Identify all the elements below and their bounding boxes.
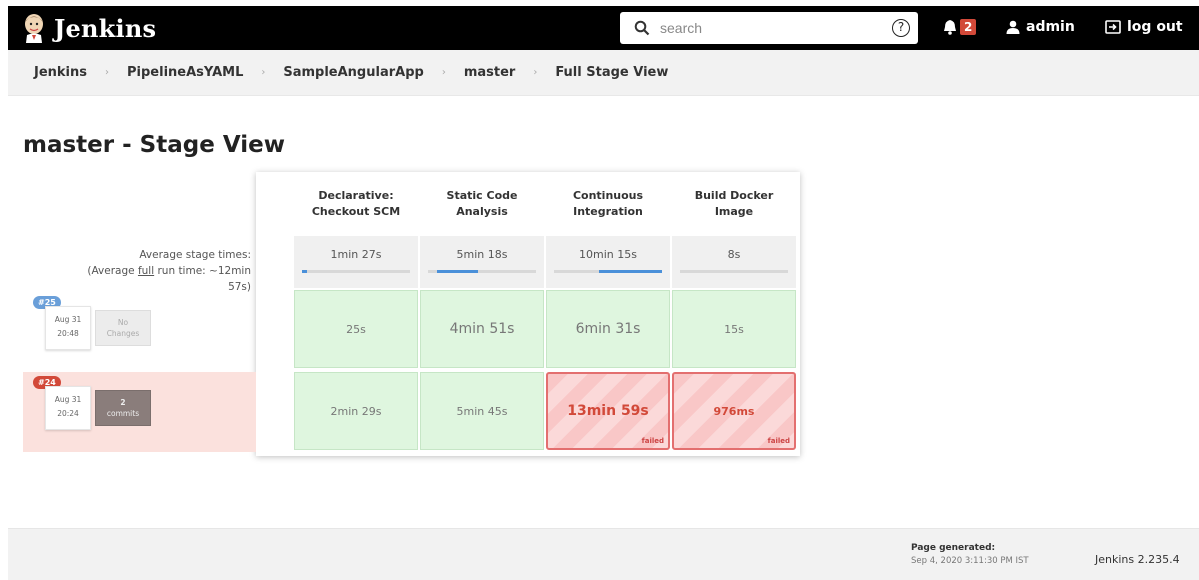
avg-line-1: Average stage times: xyxy=(139,249,251,261)
stage-name-line1: Continuous xyxy=(572,189,644,202)
stage-name-line2: Analysis xyxy=(456,205,508,218)
stage-avg-bar-fill xyxy=(436,270,478,273)
stage-cell-duration: 4min 51s xyxy=(449,321,515,337)
stage-avg-value: 1min 27s xyxy=(330,248,382,261)
jenkins-butler-icon xyxy=(25,14,43,43)
build-date-day: Aug 31 xyxy=(54,315,82,324)
logout-icon xyxy=(1105,20,1121,34)
bell-icon xyxy=(944,20,956,35)
stage-name-line2: Integration xyxy=(573,205,643,218)
stage-cell-success[interactable]: 4min 51s xyxy=(420,290,544,368)
avg-line-2-post: run time: ~12min xyxy=(154,265,251,277)
stage-cell-success[interactable]: 25s xyxy=(294,290,418,368)
build-row-24: #24 Aug 31 20:24 2 commits xyxy=(23,372,256,452)
stage-cell-success[interactable]: 2min 29s xyxy=(294,372,418,450)
full-run-time-link[interactable]: full xyxy=(138,265,154,277)
stage-avg-bar xyxy=(680,270,788,273)
stage-cell-success[interactable]: 15s xyxy=(672,290,796,368)
stage-name-line1: Declarative: xyxy=(318,189,394,202)
help-icon[interactable]: ? xyxy=(892,19,910,37)
stage-cell-duration: 2min 29s xyxy=(330,404,382,418)
build-date: Aug 31 20:24 xyxy=(45,386,91,430)
avg-line-2-pre: (Average xyxy=(87,265,138,277)
stage-cell-duration: 25s xyxy=(346,322,366,336)
stage-cell-failed[interactable]: 13min 59s failed xyxy=(546,372,670,450)
username: admin xyxy=(1026,19,1075,35)
stage-cell-success[interactable]: 5min 45s xyxy=(420,372,544,450)
page-generated-label: Page generated: xyxy=(911,543,996,553)
stage-cell-success[interactable]: 6min 31s xyxy=(546,290,670,368)
stage-avg-time: 5min 18s xyxy=(420,236,544,288)
changes-line2: commits xyxy=(106,409,140,418)
stage-cell-duration: 976ms xyxy=(713,404,755,418)
build-changes[interactable]: 2 commits xyxy=(95,390,151,426)
notifications[interactable]: 2 xyxy=(943,19,977,35)
build-date-time: 20:48 xyxy=(57,329,79,338)
stage-cell-duration: 5min 45s xyxy=(456,404,508,418)
breadcrumb-separator-icon: › xyxy=(105,67,110,78)
user-icon xyxy=(1006,20,1020,34)
search-box: ? xyxy=(620,12,918,44)
stage-avg-time: 8s xyxy=(672,236,796,288)
breadcrumb-jenkins[interactable]: Jenkins xyxy=(34,65,87,80)
page-footer: Page generated: Sep 4, 2020 3:11:30 PM I… xyxy=(8,528,1199,580)
avg-line-2: (Average full run time: ~12min xyxy=(23,263,251,279)
page-title: master - Stage View xyxy=(23,132,285,158)
changes-line1: No xyxy=(117,318,129,327)
jenkins-logo[interactable]: Jenkins xyxy=(22,13,156,43)
stage-avg-bar xyxy=(428,270,536,273)
build-date-time: 20:24 xyxy=(57,409,79,418)
breadcrumb-separator-icon: › xyxy=(533,67,538,78)
breadcrumb-pipelineasyaml[interactable]: PipelineAsYAML xyxy=(127,65,243,80)
logout-label: log out xyxy=(1127,19,1183,35)
stage-header-continuous-integration: Continuous Integration xyxy=(546,172,670,236)
breadcrumb-sampleangularapp[interactable]: SampleAngularApp xyxy=(283,65,423,80)
changes-line1: 2 xyxy=(120,398,126,407)
notification-badge: 2 xyxy=(960,19,977,35)
stage-avg-value: 10min 15s xyxy=(579,248,637,261)
jenkins-version-link[interactable]: Jenkins 2.235.4 xyxy=(1095,553,1180,566)
breadcrumb-full-stage-view[interactable]: Full Stage View xyxy=(555,65,668,80)
stage-name-line2: Checkout SCM xyxy=(311,205,401,218)
stage-name-line1: Static Code xyxy=(446,189,518,202)
stage-cell-duration: 15s xyxy=(724,322,744,336)
page: Jenkins ? 2 admin xyxy=(0,0,1199,580)
search-input[interactable] xyxy=(660,14,860,42)
failed-tag: failed xyxy=(641,437,664,445)
stage-name-line2: Image xyxy=(714,205,754,218)
breadcrumb-separator-icon: › xyxy=(261,67,266,78)
stage-header-declarative-checkout: Declarative: Checkout SCM xyxy=(294,172,418,236)
stage-cell-duration: 6min 31s xyxy=(575,321,641,337)
stage-name-line1: Build Docker xyxy=(694,189,774,202)
stage-cell-failed[interactable]: 976ms failed xyxy=(672,372,796,450)
stage-avg-bar-fill xyxy=(599,270,662,273)
brand-name: Jenkins xyxy=(54,13,157,43)
breadcrumb: Jenkins › PipelineAsYAML › SampleAngular… xyxy=(8,50,1199,96)
failed-tag: failed xyxy=(767,437,790,445)
user-menu[interactable]: admin xyxy=(1006,19,1075,35)
search-icon xyxy=(634,20,650,36)
stage-avg-bar xyxy=(302,270,410,273)
breadcrumb-master[interactable]: master xyxy=(464,65,516,80)
stage-header-build-docker-image: Build Docker Image xyxy=(672,172,796,236)
stage-avg-value: 5min 18s xyxy=(456,248,508,261)
changes-line2: Changes xyxy=(106,329,140,338)
build-date-day: Aug 31 xyxy=(54,395,82,404)
top-header: Jenkins ? 2 admin xyxy=(8,6,1199,50)
page-generated-time: Sep 4, 2020 3:11:30 PM IST xyxy=(911,556,1029,566)
breadcrumb-separator-icon: › xyxy=(441,67,446,78)
build-date: Aug 31 20:48 xyxy=(45,306,91,350)
stage-avg-bar-fill xyxy=(302,270,308,273)
page-generated-info: Page generated: Sep 4, 2020 3:11:30 PM I… xyxy=(911,543,1029,566)
logout-link[interactable]: log out xyxy=(1105,19,1183,35)
stage-cell-duration: 13min 59s xyxy=(567,403,649,419)
stage-avg-time: 10min 15s xyxy=(546,236,670,288)
average-stage-times-label: Average stage times: (Average full run t… xyxy=(23,247,251,295)
stage-header-static-code-analysis: Static Code Analysis xyxy=(420,172,544,236)
build-row-25: #25 Aug 31 20:48 No Changes xyxy=(23,292,256,372)
stage-avg-bar xyxy=(554,270,662,273)
stage-avg-time: 1min 27s xyxy=(294,236,418,288)
build-changes[interactable]: No Changes xyxy=(95,310,151,346)
stage-avg-value: 8s xyxy=(727,248,741,261)
